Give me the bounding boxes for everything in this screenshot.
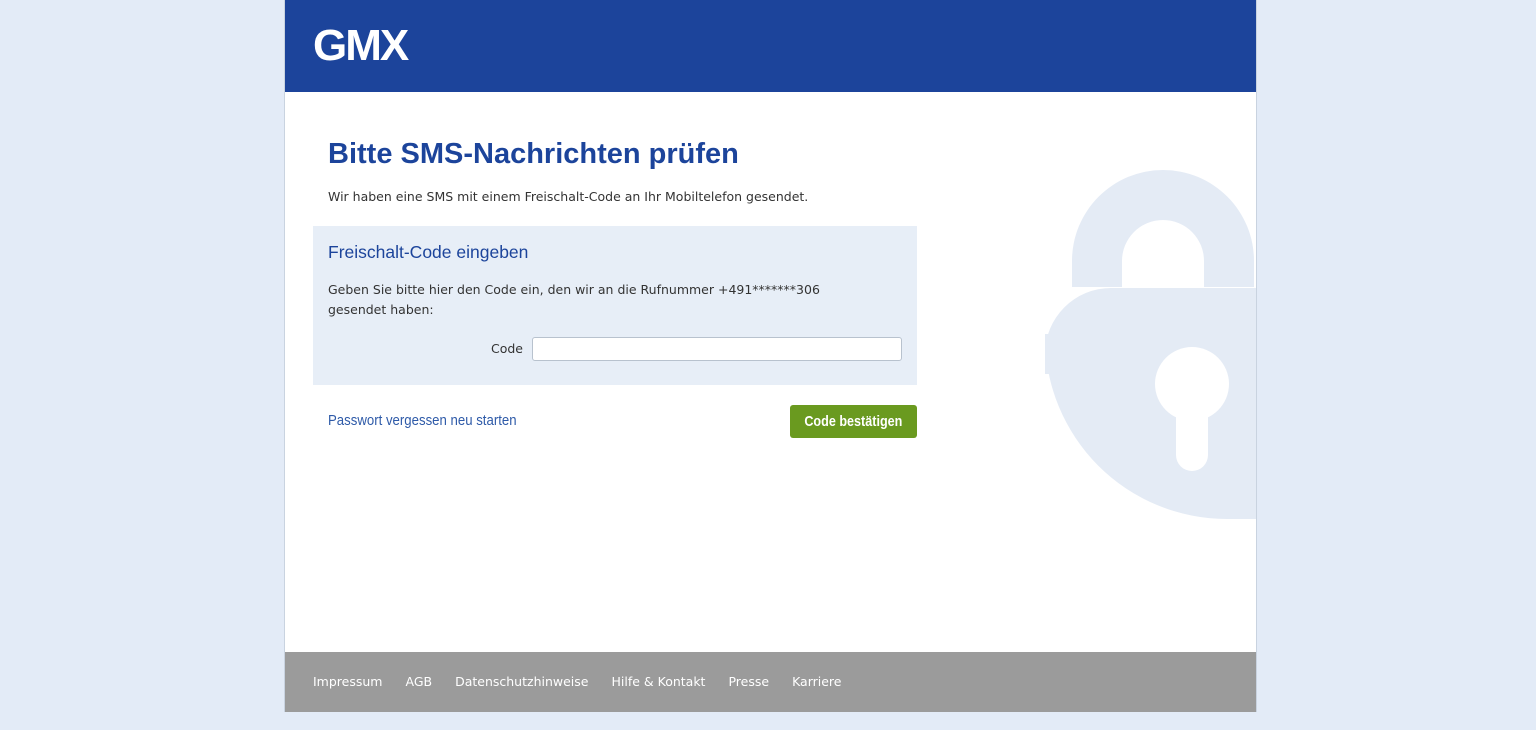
intro-text: Wir haben eine SMS mit einem Freischalt-… xyxy=(328,189,809,204)
code-input[interactable] xyxy=(532,337,902,361)
page-title: Bitte SMS-Nachrichten prüfen xyxy=(328,138,739,170)
header: GMX xyxy=(285,0,1256,92)
confirm-code-button-label: Code bestätigen xyxy=(804,413,903,430)
footer-link-datenschutzhinweise[interactable]: Datenschutzhinweise xyxy=(455,673,588,691)
code-entry-panel: Freischalt-Code eingeben Geben Sie bitte… xyxy=(313,226,917,385)
footer-link-karriere[interactable]: Karriere xyxy=(792,673,841,691)
panel-instructions: Geben Sie bitte hier den Code ein, den w… xyxy=(328,282,820,317)
forgot-password-restart-link[interactable]: Passwort vergessen neu starten xyxy=(328,410,517,432)
code-label: Code xyxy=(490,341,523,356)
footer-link-presse[interactable]: Presse xyxy=(728,673,769,691)
footer: Impressum AGB Datenschutzhinweise Hilfe … xyxy=(285,652,1256,712)
footer-link-impressum[interactable]: Impressum xyxy=(313,673,382,691)
footer-links: Impressum AGB Datenschutzhinweise Hilfe … xyxy=(313,673,841,691)
panel-title: Freischalt-Code eingeben xyxy=(328,242,529,262)
padlock-icon xyxy=(1045,170,1256,519)
confirm-code-button[interactable]: Code bestätigen xyxy=(790,405,917,438)
footer-link-hilfe-kontakt[interactable]: Hilfe & Kontakt xyxy=(611,673,705,691)
footer-link-agb[interactable]: AGB xyxy=(405,673,432,691)
gmx-logo[interactable]: GMX xyxy=(313,22,409,70)
page-container: GMX Bitte SMS-Nachrichten prüfen Wir hab… xyxy=(284,0,1257,712)
